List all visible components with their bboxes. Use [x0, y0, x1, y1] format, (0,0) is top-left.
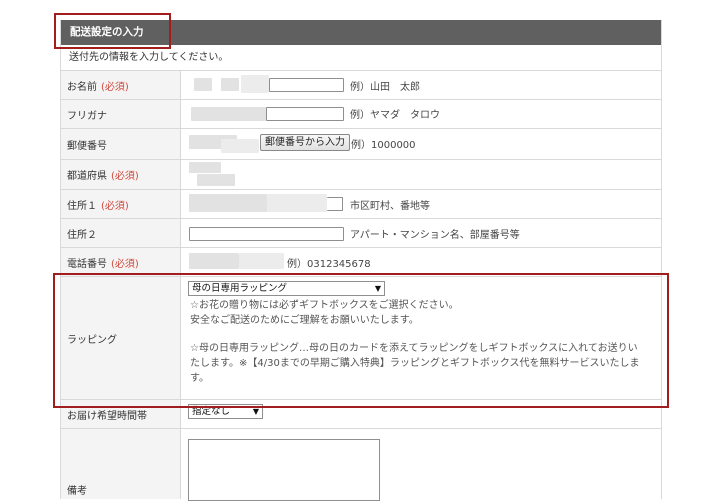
kana-cell: 例）ヤマダ タロウ	[181, 100, 661, 128]
address2-cell: アパート・マンション名、部屋番号等	[181, 219, 661, 247]
shipping-form: 配送設定の入力 送付先の情報を入力してください。 お名前 (必須) 例）山田 太郎…	[60, 20, 662, 501]
row-postal: 郵便番号 郵便番号から入力 例）1000000	[61, 129, 661, 160]
redacted-text	[191, 107, 266, 121]
address1-cell: 市区町村、番地等	[181, 190, 661, 218]
prefecture-cell	[181, 160, 661, 189]
name-cell: 例）山田 太郎	[181, 71, 661, 99]
required-mark: (必須)	[101, 200, 129, 212]
redacted-text	[221, 78, 239, 91]
address2-example: アパート・マンション名、部屋番号等	[350, 230, 520, 241]
required-mark: (必須)	[111, 171, 139, 182]
redacted-text	[194, 78, 212, 91]
address2-input[interactable]	[189, 227, 344, 241]
redacted-text	[239, 253, 284, 269]
required-mark: (必須)	[111, 258, 139, 270]
kana-label: フリガナ	[61, 100, 181, 128]
kana-example: 例）ヤマダ タロウ	[350, 110, 440, 121]
phone-label: 電話番号 (必須)	[61, 248, 181, 276]
row-address2: 住所２ アパート・マンション名、部屋番号等	[61, 219, 661, 248]
redacted-text	[189, 253, 239, 269]
postal-cell: 郵便番号から入力 例）1000000	[181, 129, 661, 159]
remarks-label: 備考	[61, 429, 181, 499]
phone-example: 例）0312345678	[287, 259, 371, 270]
address1-label: 住所１ (必須)	[61, 190, 181, 218]
postal-example: 例）1000000	[351, 140, 416, 151]
highlight-section-title	[54, 13, 171, 49]
prefecture-label: 都道府県 (必須)	[61, 160, 181, 189]
redacted-text	[267, 194, 327, 212]
redacted-text	[197, 174, 235, 186]
redacted-text	[221, 139, 259, 153]
kana-input[interactable]	[266, 107, 344, 121]
row-prefecture: 都道府県 (必須)	[61, 160, 661, 190]
name-example: 例）山田 太郎	[350, 82, 420, 93]
row-address1: 住所１ (必須) 市区町村、番地等	[61, 190, 661, 219]
required-mark: (必須)	[101, 81, 129, 93]
address2-label: 住所２	[61, 219, 181, 247]
phone-cell: 例）0312345678	[181, 248, 661, 276]
remarks-cell	[181, 429, 661, 501]
row-kana: フリガナ 例）ヤマダ タロウ	[61, 100, 661, 129]
remarks-textarea[interactable]	[188, 439, 380, 501]
name-input[interactable]	[269, 78, 344, 92]
highlight-wrapping-row	[53, 273, 669, 408]
redacted-text	[189, 194, 267, 212]
address1-input[interactable]	[327, 197, 343, 211]
redacted-text	[189, 162, 221, 173]
redacted-text	[241, 75, 269, 93]
row-name: お名前 (必須) 例）山田 太郎	[61, 71, 661, 100]
row-remarks: 備考	[61, 429, 661, 501]
address1-example: 市区町村、番地等	[350, 201, 430, 212]
postal-label: 郵便番号	[61, 129, 181, 159]
postal-lookup-button[interactable]: 郵便番号から入力	[260, 134, 350, 151]
name-label: お名前 (必須)	[61, 71, 181, 99]
